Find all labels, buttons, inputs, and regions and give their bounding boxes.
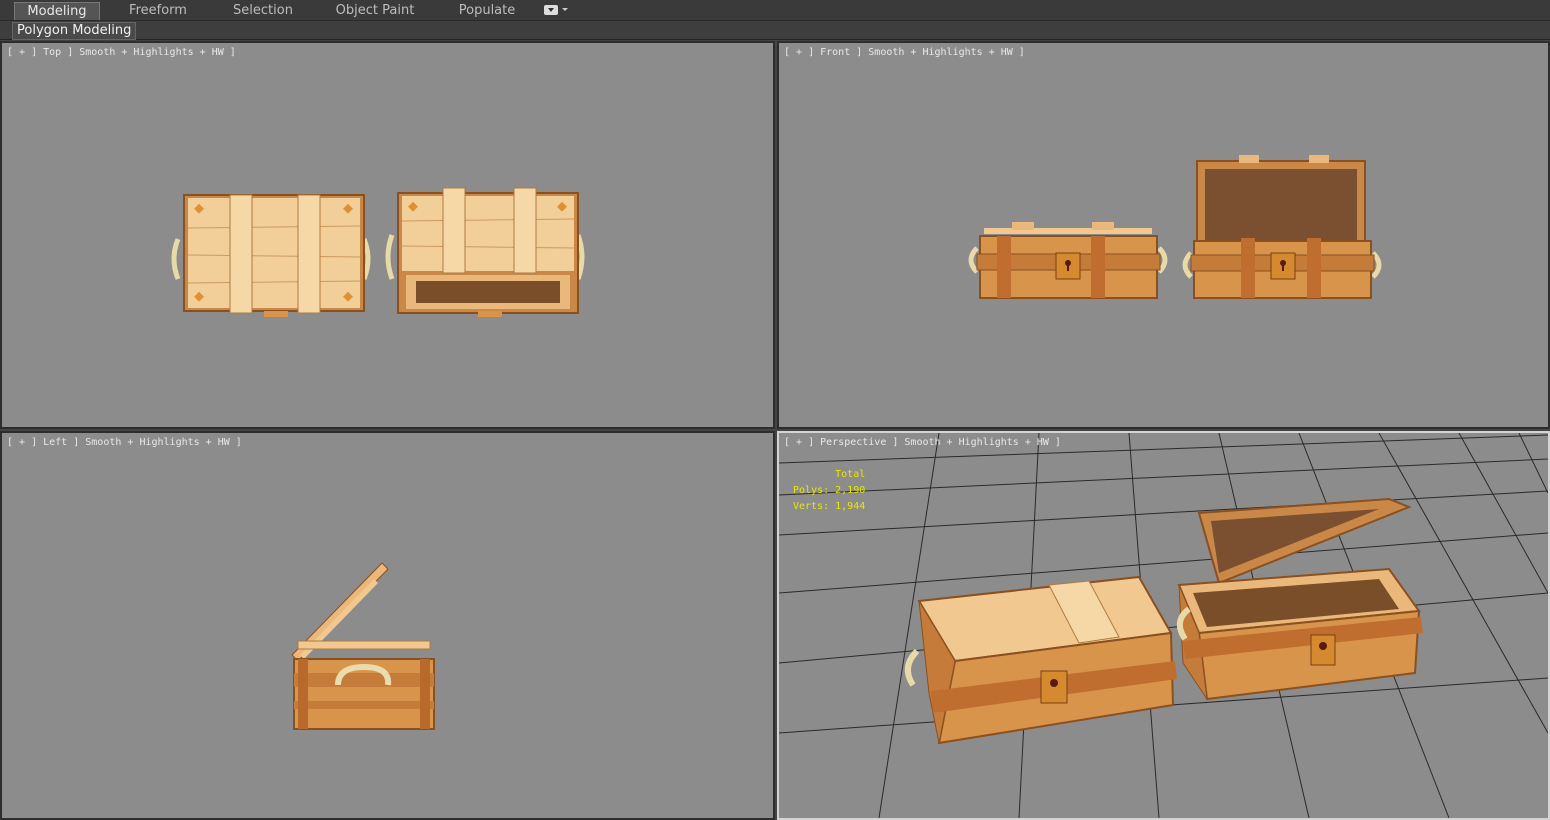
- viewport-left[interactable]: [ + ] Left ] Smooth + Highlights + HW ]: [0, 431, 775, 820]
- closed-chest-top-view: [171, 194, 371, 317]
- viewport-top[interactable]: [ + ] Top ] Smooth + Highlights + HW ]: [0, 41, 775, 429]
- stats-verts: Verts: 1,944: [793, 501, 866, 512]
- ribbon-tab-bar: Modeling Freeform Selection Object Paint…: [0, 0, 1550, 21]
- closed-chest-front-view: [968, 222, 1168, 299]
- chest-left-view: [291, 562, 435, 730]
- stats-polys: Polys: 2,190: [793, 485, 866, 496]
- open-chest-perspective: [1176, 497, 1423, 701]
- open-chest-front-view: [1182, 155, 1382, 299]
- left-view-scene: [291, 562, 435, 730]
- tab-object-paint[interactable]: Object Paint: [332, 2, 418, 20]
- scene-statistics: Total Polys: 2,190 Verts: 1,944: [793, 467, 865, 515]
- chevron-down-icon[interactable]: [562, 8, 568, 11]
- ribbon-panel: Polygon Modeling: [0, 21, 1550, 40]
- front-view-scene: [968, 155, 1382, 299]
- tab-freeform[interactable]: Freeform: [120, 2, 196, 20]
- viewport-perspective[interactable]: [ + ] Perspective ] Smooth + Highlights …: [777, 431, 1550, 820]
- closed-chest-perspective: [904, 575, 1177, 745]
- perspective-view-scene: [779, 433, 1548, 818]
- tab-modeling[interactable]: Modeling: [14, 2, 100, 20]
- top-view-scene: [171, 187, 585, 317]
- tab-selection[interactable]: Selection: [225, 2, 301, 20]
- viewport-label-perspective[interactable]: [ + ] Perspective ] Smooth + Highlights …: [784, 437, 1061, 448]
- ribbon-options-icon[interactable]: [544, 5, 558, 15]
- viewport-front[interactable]: [ + ] Front ] Smooth + Highlights + HW ]: [777, 41, 1550, 429]
- stats-total-label: Total: [835, 469, 866, 480]
- polygon-modeling-panel-button[interactable]: Polygon Modeling: [12, 22, 137, 40]
- tab-populate[interactable]: Populate: [452, 2, 522, 20]
- open-chest-top-view: [385, 187, 585, 317]
